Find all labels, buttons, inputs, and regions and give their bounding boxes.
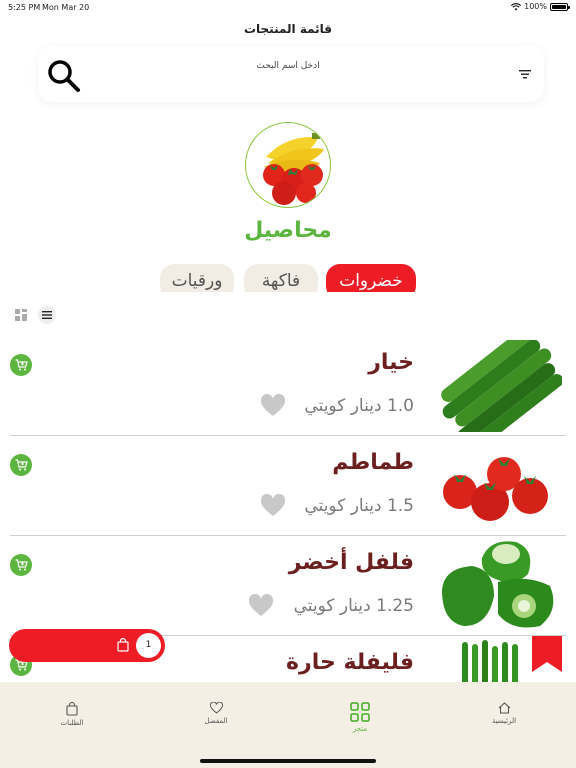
shopping-bag-icon [117,638,129,652]
page-title: قائمة المنتجات [243,22,333,36]
cucumber-image [441,340,562,432]
chip-leafy[interactable]: ورقيات [160,264,234,292]
nav-home-label: الرئيسية [491,717,517,725]
product-name: فلفل أخضر [288,550,414,575]
bookmark-icon[interactable] [532,636,562,672]
grid-icon [350,702,370,722]
product-name: خيار [368,350,414,375]
product-price: 1.0 دينار كويتي [304,396,414,416]
product-price: 1.25 دينار كويتي [293,596,414,616]
battery-percent: 100% [524,2,547,11]
cart-count-badge: 1 [136,633,161,658]
filter-icon[interactable] [518,68,532,80]
search-icon[interactable] [44,56,84,96]
home-icon [498,702,510,714]
product-name: فليفلة حارة [286,650,414,675]
cart-plus-icon [15,559,28,571]
nav-orders-label: الطلبات [60,719,84,727]
green-pepper-image [442,541,554,628]
category-image [245,122,331,208]
grid-view-icon [15,309,27,321]
search-card [38,46,544,102]
search-input[interactable] [98,56,478,76]
chip-vegetables[interactable]: خضروات [326,264,416,292]
favorite-heart-icon[interactable] [260,394,286,418]
home-indicator [200,759,376,763]
bag-icon [66,702,78,716]
add-to-cart-button[interactable] [10,354,32,376]
cart-bar[interactable]: 1 [9,629,165,662]
favorite-heart-icon[interactable] [248,594,274,618]
tomato-image [443,457,548,521]
view-toggle [12,306,56,324]
nav-store[interactable]: متجر [320,702,400,733]
nav-store-label: متجر [352,725,368,733]
category-chips: خضروات فاكهة ورقيات [160,264,418,292]
status-date: Mon Mar 20 [42,3,90,12]
product-item[interactable]: طماطم 1.5 دينار كويتي [0,436,576,536]
product-item[interactable]: خيار 1.0 دينار كويتي [0,336,576,436]
product-price: 1.5 دينار كويتي [304,496,414,516]
product-name: طماطم [332,450,414,475]
cart-plus-icon [15,359,28,371]
nav-orders[interactable]: الطلبات [32,702,112,727]
add-to-cart-button[interactable] [10,554,32,576]
status-time: 5:25 PM [8,3,41,12]
battery-icon [550,2,570,11]
chip-fruits[interactable]: فاكهة [244,264,318,292]
nav-favorites[interactable]: المفضل [176,702,256,725]
status-bar: 5:25 PM Mon Mar 20 100% [0,0,576,14]
add-to-cart-button[interactable] [10,454,32,476]
nav-home[interactable]: الرئيسية [464,702,544,725]
category-title: محاصيل [244,218,332,243]
list-view-icon [42,311,52,319]
produce-image [263,133,324,205]
cart-plus-icon [15,459,28,471]
nav-favorites-label: المفضل [204,717,228,725]
heart-icon [209,702,223,714]
grid-view-button[interactable] [12,306,30,324]
favorite-heart-icon[interactable] [260,494,286,518]
status-right: 100% [511,2,570,11]
bottom-nav: الطلبات المفضل متجر الرئيسية [0,682,576,768]
chili-image [462,640,518,682]
list-view-button[interactable] [38,306,56,324]
product-item[interactable]: فلفل أخضر 1.25 دينار كويتي [0,536,576,636]
wifi-icon [511,2,522,10]
